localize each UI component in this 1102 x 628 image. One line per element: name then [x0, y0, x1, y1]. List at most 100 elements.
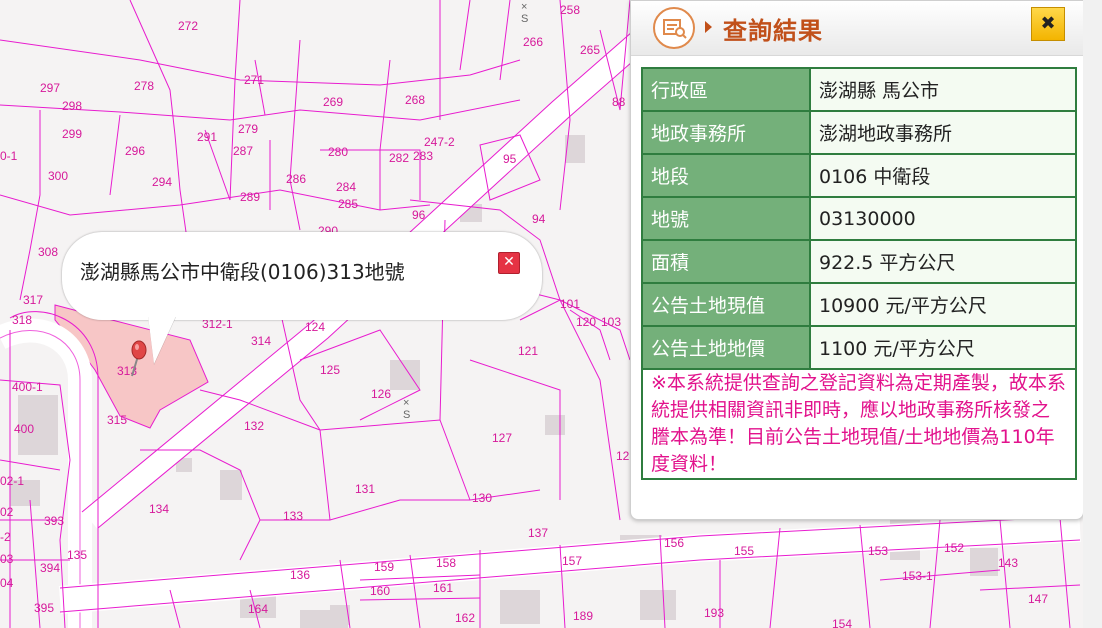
parcel-info-table: 行政區 澎湖縣 馬公市 地政事務所 澎湖地政事務所 地段 0106 中衛段 地號 031300…: [641, 67, 1077, 480]
parcel-number: 158: [436, 556, 456, 570]
info-value: 0106 中衛段: [809, 153, 1077, 198]
info-row: 地號 03130000: [641, 196, 1077, 241]
parcel-number: 400: [14, 422, 34, 436]
info-value: 10900 元/平方公尺: [809, 282, 1077, 327]
parcel-number: 120: [576, 315, 596, 329]
info-row: 行政區 澎湖縣 馬公市: [641, 67, 1077, 112]
parcel-number: 298: [62, 99, 82, 113]
info-label: 地政事務所: [641, 110, 811, 155]
info-row: 地政事務所 澎湖地政事務所: [641, 110, 1077, 155]
parcel-number: 135: [67, 548, 87, 562]
info-label: 地段: [641, 153, 811, 198]
location-pin-icon: [131, 340, 147, 377]
parcel-number: 0-1: [0, 149, 18, 163]
parcel-number: 300: [48, 169, 68, 183]
parcel-number: 147: [1028, 592, 1048, 606]
parcel-number: 393: [44, 514, 64, 528]
parcel-number: 271: [244, 73, 264, 87]
parcel-number: 94: [532, 212, 546, 226]
parcel-number: 126: [371, 387, 391, 401]
title-arrow-icon: [705, 21, 712, 33]
parcel-number: 137: [528, 526, 548, 540]
info-value: 1100 元/平方公尺: [809, 325, 1077, 370]
parcel-number: 289: [240, 190, 260, 204]
parcel-number: 161: [433, 581, 453, 595]
parcel-number: 308: [38, 245, 58, 259]
parcel-number: 152: [944, 541, 964, 555]
parcel-number: 154: [832, 617, 852, 628]
parcel-number: 297: [40, 81, 60, 95]
parcel-number: 247-2: [424, 135, 455, 149]
info-label: 公告土地地價: [641, 325, 811, 370]
parcel-number: 153-1: [902, 569, 933, 583]
parcel-number: 296: [125, 144, 145, 158]
parcel-number: 193: [704, 606, 724, 620]
parcel-number: 294: [152, 175, 172, 189]
parcel-number: -2: [0, 530, 11, 544]
parcel-number: 258: [560, 3, 580, 17]
parcel-popup-label: 澎湖縣馬公市中衛段(0106)313地號: [80, 260, 405, 284]
svg-text:×: ×: [521, 1, 527, 13]
parcel-number: 131: [355, 482, 375, 496]
info-label: 行政區: [641, 67, 811, 112]
parcel-number: 266: [523, 35, 543, 49]
parcel-number: 155: [734, 544, 754, 558]
document-search-icon: [653, 7, 695, 49]
parcel-number: 318: [12, 313, 32, 327]
parcel-number: 157: [562, 554, 582, 568]
parcel-number: 286: [286, 172, 306, 186]
disclaimer-note: ※本系統提供查詢之登記資料為定期產製，故本系統提供相關資訊非即時，應以地政事務所…: [641, 368, 1077, 480]
info-label: 公告土地現值: [641, 282, 811, 327]
popup-close-icon[interactable]: ✕: [498, 252, 520, 274]
parcel-number: 291: [197, 130, 217, 144]
parcel-number: 284: [336, 180, 356, 194]
parcel-number: 132: [244, 419, 264, 433]
parcel-number: 95: [503, 152, 517, 166]
parcel-number: 287: [233, 144, 253, 158]
parcel-number: 121: [518, 344, 538, 358]
parcel-number: 02: [0, 505, 14, 519]
parcel-number: 130: [472, 491, 492, 505]
parcel-number: 153: [868, 544, 888, 558]
parcel-number: 04: [0, 576, 14, 590]
parcel-number: 395: [34, 601, 54, 615]
parcel-number: 134: [149, 502, 169, 516]
page-scrollbar[interactable]: [1083, 0, 1102, 628]
parcel-number: 101: [560, 297, 580, 311]
parcel-popup-tail: [148, 316, 176, 364]
parcel-number: 03: [0, 552, 14, 566]
benchmark-label: S: [521, 13, 528, 25]
panel-title: 查詢結果: [723, 17, 823, 45]
parcel-number: 279: [238, 122, 258, 136]
parcel-number: 162: [455, 611, 475, 625]
parcel-number: 124: [305, 320, 325, 334]
svg-text:×: ×: [403, 397, 409, 409]
panel-header: 查詢結果 ✖: [631, 1, 1083, 56]
info-label: 地號: [641, 196, 811, 241]
panel-close-button[interactable]: ✖: [1031, 7, 1065, 41]
query-result-panel: 查詢結果 ✖ 行政區 澎湖縣 馬公市 地政事務所 澎湖地政事務所 地段 0106 中衛段地…: [630, 0, 1084, 520]
info-row: 公告土地地價 1100 元/平方公尺: [641, 325, 1077, 370]
parcel-number: 265: [580, 43, 600, 57]
parcel-number: 02-1: [0, 474, 24, 488]
parcel-number: 280: [328, 145, 348, 159]
parcel-number: 88: [612, 95, 626, 109]
parcel-number: 269: [323, 95, 343, 109]
parcel-number: 96: [412, 208, 426, 222]
info-value: 澎湖縣 馬公市: [809, 67, 1077, 112]
info-label: 面積: [641, 239, 811, 284]
parcel-number: 317: [23, 293, 43, 307]
parcel-number: 136: [290, 568, 310, 582]
parcel-number: 127: [492, 431, 512, 445]
info-value: 922.5 平方公尺: [809, 239, 1077, 284]
parcel-number: 282: [389, 151, 409, 165]
parcel-number: 160: [370, 584, 390, 598]
parcel-number: 159: [374, 560, 394, 574]
parcel-number: 278: [134, 79, 154, 93]
parcel-number: 314: [251, 334, 271, 348]
parcel-number: 133: [283, 509, 303, 523]
parcel-number: 125: [320, 363, 340, 377]
info-row: 面積 922.5 平方公尺: [641, 239, 1077, 284]
info-row: 公告土地現值 10900 元/平方公尺: [641, 282, 1077, 327]
parcel-number: 283: [413, 149, 433, 163]
